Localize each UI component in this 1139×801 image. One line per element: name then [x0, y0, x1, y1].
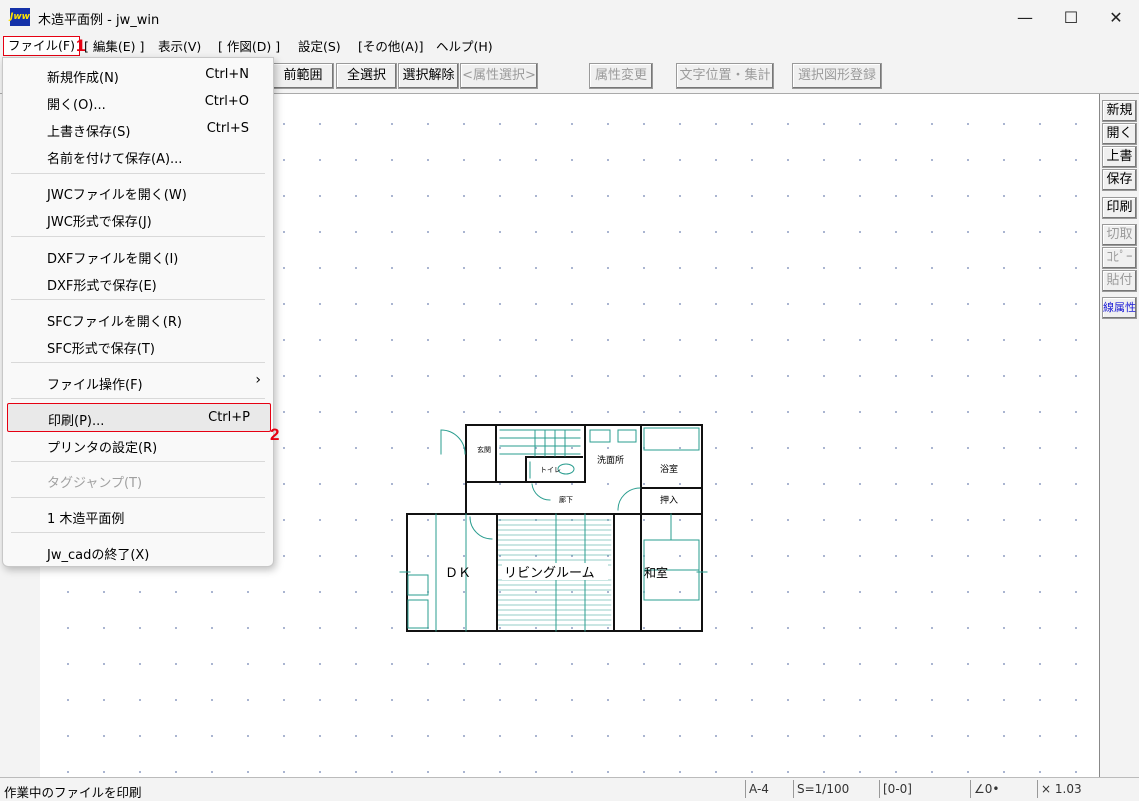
attribute-change-button[interactable]: 属性変更 — [589, 63, 653, 89]
menu-item-label: DXFファイルを開く(I) — [47, 252, 179, 267]
menu-save-jwc[interactable]: JWC形式で保存(J) — [7, 205, 269, 232]
menu-separator — [11, 236, 265, 237]
menu-item-shortcut: Ctrl+P — [208, 410, 250, 425]
room-label-genkan: 玄関 — [477, 445, 491, 454]
menu-separator — [11, 299, 265, 300]
menu-settings[interactable]: 設定(S) — [298, 38, 341, 56]
menu-file-operations[interactable]: ファイル操作(F) › — [7, 368, 269, 395]
menu-open-sfc[interactable]: SFCファイルを開く(R) — [7, 305, 269, 332]
overwrite-button[interactable]: 上書 — [1102, 146, 1137, 168]
room-label-senmenjo: 洗面所 — [597, 454, 624, 466]
menu-open[interactable]: 開く(O)... Ctrl+O — [7, 88, 269, 115]
menu-other[interactable]: [その他(A)] — [358, 38, 424, 56]
menu-view[interactable]: 表示(V) — [158, 38, 201, 56]
copy-button[interactable]: ｺﾋﾟｰ — [1102, 247, 1137, 269]
menu-file[interactable]: ファイル(F) — [3, 36, 80, 56]
menu-save[interactable]: 上書き保存(S) Ctrl+S — [7, 115, 269, 142]
menu-printer-settings[interactable]: プリンタの設定(R) — [7, 431, 269, 458]
menu-separator — [11, 398, 265, 399]
menu-item-label: DXF形式で保存(E) — [47, 279, 157, 294]
select-all-button[interactable]: 全選択 — [336, 63, 397, 89]
line-attribute-button[interactable]: 線属性 — [1102, 297, 1137, 319]
menu-separator — [11, 461, 265, 462]
room-label-living: リビングルーム — [504, 566, 595, 581]
close-button[interactable]: ✕ — [1093, 0, 1139, 35]
menu-item-label: SFCファイルを開く(R) — [47, 315, 182, 330]
menu-item-label: JWC形式で保存(J) — [47, 215, 152, 230]
menu-separator — [11, 173, 265, 174]
file-menu-dropdown: 新規作成(N) Ctrl+N 開く(O)... Ctrl+O 上書き保存(S) … — [2, 57, 274, 567]
print-button[interactable]: 印刷 — [1102, 197, 1137, 219]
menu-tag-jump: タグジャンプ(T) — [7, 466, 269, 493]
chevron-right-icon: › — [255, 372, 261, 388]
window-title: 木造平面例 - jw_win — [38, 13, 160, 28]
status-bar: 作業中のファイルを印刷 A-4 S=1/100 [0-0] ∠0• × 1.03 — [0, 777, 1139, 801]
room-label-oshiire: 押入 — [660, 494, 678, 506]
menu-item-label: タグジャンプ(T) — [47, 476, 143, 491]
menu-draw[interactable]: [ 作図(D) ] — [218, 38, 280, 56]
paper-size[interactable]: A-4 — [745, 780, 791, 798]
menu-help[interactable]: ヘルプ(H) — [436, 38, 493, 56]
menu-item-shortcut: Ctrl+S — [206, 121, 249, 136]
room-label-toilet: トイレ — [540, 466, 561, 474]
paste-button[interactable]: 貼付 — [1102, 270, 1137, 292]
right-tool-panel: 新規 開く 上書 保存 印刷 切取 ｺﾋﾟｰ 貼付 線属性 — [1099, 94, 1139, 777]
menu-open-dxf[interactable]: DXFファイルを開く(I) — [7, 242, 269, 269]
menu-open-jwc[interactable]: JWCファイルを開く(W) — [7, 178, 269, 205]
text-position-button[interactable]: 文字位置・集計 — [676, 63, 774, 89]
step-2-marker: 2 — [270, 425, 280, 444]
open-button[interactable]: 開く — [1102, 123, 1137, 145]
angle-indicator[interactable]: ∠0• — [970, 780, 1034, 798]
minimize-button[interactable]: — — [1002, 0, 1048, 35]
menu-separator — [11, 532, 265, 533]
menu-item-label: 上書き保存(S) — [47, 125, 131, 140]
menu-recent-file[interactable]: 1 木造平面例 — [7, 502, 269, 529]
attribute-select-button[interactable]: <属性選択> — [460, 63, 538, 89]
step-1-marker: 1 — [76, 36, 86, 55]
menu-separator — [11, 497, 265, 498]
zoom-indicator[interactable]: × 1.03 — [1037, 780, 1096, 798]
title-bar: Jww 木造平面例 - jw_win — ☐ ✕ — [0, 0, 1139, 35]
new-button[interactable]: 新規 — [1102, 100, 1137, 122]
menu-item-shortcut: Ctrl+N — [205, 67, 249, 82]
menu-item-shortcut: Ctrl+O — [204, 94, 249, 109]
menu-bar: ファイル(F) [ 編集(E) ] 表示(V) [ 作図(D) ] 設定(S) … — [0, 35, 1139, 59]
scale-indicator[interactable]: S=1/100 — [793, 780, 875, 798]
menu-item-label: ファイル操作(F) — [47, 378, 143, 393]
menu-item-label: 新規作成(N) — [47, 71, 119, 86]
prev-range-button[interactable]: 前範囲 — [272, 63, 334, 89]
room-label-dk: ＤＫ — [445, 566, 471, 581]
menu-print[interactable]: 印刷(P)... Ctrl+P — [7, 403, 271, 432]
cut-button[interactable]: 切取 — [1102, 224, 1137, 246]
menu-save-dxf[interactable]: DXF形式で保存(E) — [7, 269, 269, 296]
menu-item-label: SFC形式で保存(T) — [47, 342, 155, 357]
maximize-button[interactable]: ☐ — [1048, 0, 1094, 35]
menu-item-label: Jw_cadの終了(X) — [47, 548, 150, 563]
room-label-yokushitsu: 浴室 — [660, 463, 678, 475]
menu-save-as[interactable]: 名前を付けて保存(A)... — [7, 142, 269, 169]
menu-save-sfc[interactable]: SFC形式で保存(T) — [7, 332, 269, 359]
menu-separator — [11, 362, 265, 363]
menu-new[interactable]: 新規作成(N) Ctrl+N — [7, 61, 269, 88]
room-label-roka: 廊下 — [559, 495, 573, 504]
layer-indicator[interactable]: [0-0] — [879, 780, 963, 798]
room-label-washitsu: 和室 — [644, 565, 668, 580]
menu-item-label: 1 木造平面例 — [47, 512, 125, 527]
menu-edit[interactable]: [ 編集(E) ] — [84, 38, 144, 56]
menu-item-label: JWCファイルを開く(W) — [47, 188, 187, 203]
menu-item-label: プリンタの設定(R) — [47, 441, 158, 456]
save-button[interactable]: 保存 — [1102, 169, 1137, 191]
menu-item-label: 名前を付けて保存(A)... — [47, 152, 183, 167]
menu-item-label: 印刷(P)... — [48, 414, 105, 429]
menu-exit[interactable]: Jw_cadの終了(X) — [7, 538, 269, 565]
register-shape-button[interactable]: 選択図形登録 — [792, 63, 882, 89]
jw-app-icon: Jww — [10, 8, 30, 26]
deselect-button[interactable]: 選択解除 — [398, 63, 459, 89]
menu-item-label: 開く(O)... — [47, 98, 106, 113]
status-message: 作業中のファイルを印刷 — [4, 785, 142, 800]
